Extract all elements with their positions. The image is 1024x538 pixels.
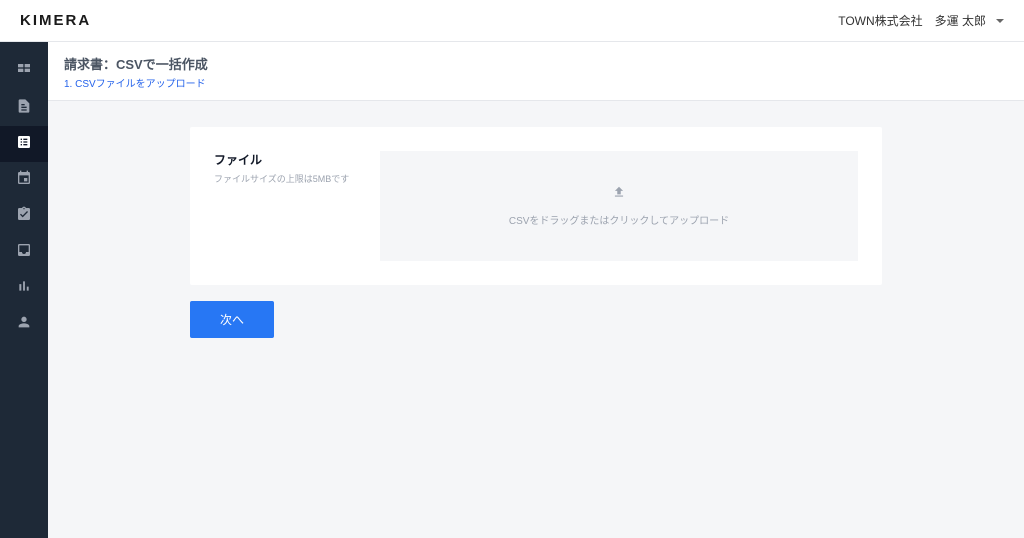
button-row: 次へ <box>190 301 882 338</box>
user-menu[interactable]: TOWN株式会社 多運 太郎 <box>838 12 1004 29</box>
upload-section-label: ファイル <box>214 151 364 168</box>
calendar-icon <box>16 170 32 191</box>
top-header: KIMERA TOWN株式会社 多運 太郎 <box>0 0 1024 42</box>
dashboard-icon <box>16 62 32 83</box>
company-name: TOWN株式会社 <box>838 12 922 29</box>
content: 請求書：CSVで一括作成 1. CSVファイルをアップロード ファイル ファイル… <box>48 42 1024 538</box>
sidebar-item-calendar[interactable] <box>0 162 48 198</box>
upload-card: ファイル ファイルサイズの上限は5MBです CSVをドラッグまたはクリックしてア… <box>190 127 882 285</box>
sidebar-item-inbox[interactable] <box>0 234 48 270</box>
page-body: ファイル ファイルサイズの上限は5MBです CSVをドラッグまたはクリックしてア… <box>48 101 1024 538</box>
sidebar-item-documents[interactable] <box>0 90 48 126</box>
document-icon <box>16 98 32 119</box>
sidebar-item-reports[interactable] <box>0 270 48 306</box>
user-name: 多運 太郎 <box>935 12 986 29</box>
upload-label-column: ファイル ファイルサイズの上限は5MBです <box>214 151 364 261</box>
page-subtitle: 1. CSVファイルをアップロード <box>64 75 1008 90</box>
sidebar-item-dashboard[interactable] <box>0 54 48 90</box>
sidebar-item-users[interactable] <box>0 306 48 342</box>
page-title: 請求書：CSVで一括作成 <box>64 54 1008 73</box>
user-icon <box>16 314 32 335</box>
sidebar <box>0 42 48 538</box>
chevron-down-icon <box>996 19 1004 23</box>
invoice-icon <box>16 134 32 155</box>
inbox-icon <box>16 242 32 263</box>
upload-size-hint: ファイルサイズの上限は5MBです <box>214 172 364 185</box>
upload-icon <box>612 185 626 204</box>
sidebar-item-tasks[interactable] <box>0 198 48 234</box>
task-icon <box>16 206 32 227</box>
page-titlebar: 請求書：CSVで一括作成 1. CSVファイルをアップロード <box>48 42 1024 101</box>
dropzone-text: CSVをドラッグまたはクリックしてアップロード <box>509 212 729 227</box>
sidebar-item-invoices[interactable] <box>0 126 48 162</box>
next-button[interactable]: 次へ <box>190 301 274 338</box>
logo: KIMERA <box>20 12 91 29</box>
chart-icon <box>16 278 32 299</box>
file-dropzone[interactable]: CSVをドラッグまたはクリックしてアップロード <box>380 151 858 261</box>
